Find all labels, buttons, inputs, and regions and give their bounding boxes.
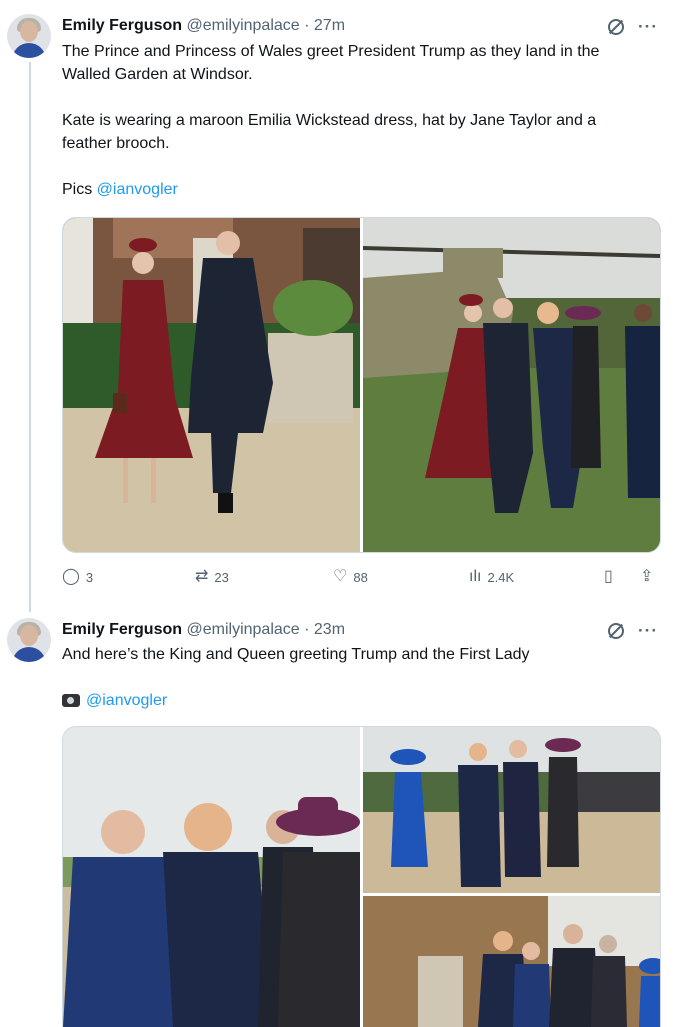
author-handle[interactable]: @emilyinpalace xyxy=(186,621,299,638)
more-icon[interactable]: ··· xyxy=(638,17,658,37)
avatar[interactable] xyxy=(7,618,51,662)
tweet-media-grid xyxy=(62,726,661,1027)
tweet-media-grid xyxy=(62,217,661,553)
share-icon: ⇪ xyxy=(640,568,654,585)
tweet[interactable]: Emily Ferguson @emilyinpalace · 23m ··· … xyxy=(0,610,700,1027)
author-name[interactable]: Emily Ferguson xyxy=(62,621,182,638)
photographer-link[interactable]: @ianvogler xyxy=(97,181,178,198)
like-icon: ♡ xyxy=(333,568,348,585)
tweet-actions: ◯ 3 ⇄ 23 ♡ 88 ılı 2.4K ▯ ⇪ xyxy=(62,569,662,591)
reply-button[interactable]: ◯ 3 xyxy=(62,569,93,585)
tweet-text-line: And here’s the King and Queen greeting T… xyxy=(62,646,530,663)
views-icon: ılı xyxy=(469,568,482,585)
bookmark-icon: ▯ xyxy=(604,568,613,585)
photo-credit: @ianvogler xyxy=(62,689,662,712)
timestamp[interactable]: · 23m xyxy=(304,621,345,638)
photo-group-at-building[interactable] xyxy=(363,896,660,1027)
tweet-text: The Prince and Princess of Wales greet P… xyxy=(62,40,662,201)
tweet-text-line: Kate is wearing a maroon Emilia Wickstea… xyxy=(62,112,597,129)
more-icon[interactable]: ··· xyxy=(638,621,658,641)
views-count: 2.4K xyxy=(487,569,515,585)
like-count: 88 xyxy=(353,569,368,585)
grok-icon[interactable] xyxy=(608,19,625,35)
like-button[interactable]: ♡ 88 xyxy=(333,569,368,585)
photo-greeting-trump-helicopter[interactable] xyxy=(363,218,660,552)
repost-button[interactable]: ⇄ 23 xyxy=(195,569,229,585)
avatar[interactable] xyxy=(7,14,51,58)
author-handle[interactable]: @emilyinpalace xyxy=(186,17,299,34)
share-button[interactable]: ⇪ xyxy=(640,569,653,585)
photographer-link[interactable]: @ianvogler xyxy=(86,692,167,709)
tweet-text-line: The Prince and Princess of Wales greet P… xyxy=(62,43,600,60)
timestamp[interactable]: · 27m xyxy=(304,17,345,34)
photo-king-greeting-trump[interactable] xyxy=(63,727,360,1027)
author-name[interactable]: Emily Ferguson xyxy=(62,17,182,34)
photo-kate-william-walking[interactable] xyxy=(63,218,360,552)
tweet-header: Emily Ferguson @emilyinpalace · 27m xyxy=(62,17,345,35)
tweet-text-line: Walled Garden at Windsor. xyxy=(62,66,253,83)
bookmark-button[interactable]: ▯ xyxy=(604,569,613,585)
repost-count: 23 xyxy=(214,569,229,585)
grok-icon[interactable] xyxy=(608,623,625,639)
repost-icon: ⇄ xyxy=(195,568,209,585)
camera-emoji-icon xyxy=(62,694,80,707)
tweet-text-line: feather brooch. xyxy=(62,135,170,152)
views-button[interactable]: ılı 2.4K xyxy=(469,569,514,585)
tweet-header: Emily Ferguson @emilyinpalace · 23m xyxy=(62,621,345,639)
reply-count: 3 xyxy=(85,569,94,585)
tweet[interactable]: Emily Ferguson @emilyinpalace · 27m ··· … xyxy=(0,0,700,610)
pics-credit: Pics @ianvogler xyxy=(62,178,662,201)
photo-queen-greeting[interactable] xyxy=(363,727,660,893)
pics-label: Pics xyxy=(62,181,97,198)
reply-icon: ◯ xyxy=(62,568,80,585)
tweet-text: And here’s the King and Queen greeting T… xyxy=(62,643,662,712)
